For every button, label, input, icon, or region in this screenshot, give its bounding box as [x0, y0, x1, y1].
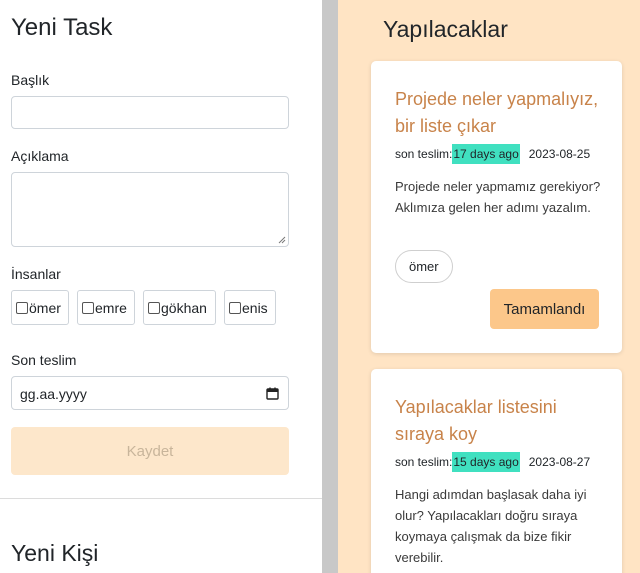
person-checkbox[interactable]: [82, 301, 94, 314]
panel-splitter: [322, 0, 338, 573]
task-title: Projede neler yapmalıyız, bir liste çıka…: [395, 86, 625, 140]
due-date-input[interactable]: gg.aa.yyyy: [11, 376, 289, 410]
todo-panel: Yapılacaklar Projede neler yapmalıyız, b…: [338, 0, 640, 573]
title-input[interactable]: [11, 96, 289, 129]
task-title-line: Projede neler yapmalıyız,: [395, 89, 599, 109]
task-title-line: Yapılacaklar listesini: [395, 397, 557, 417]
person-option-label: gökhan: [161, 299, 207, 316]
people-label: İnsanlar: [11, 266, 61, 282]
task-title-line: bir liste çıkar: [395, 116, 497, 136]
due-date: 2023-08-25: [528, 147, 591, 161]
save-button[interactable]: Kaydet: [11, 427, 289, 475]
person-option-omer[interactable]: ömer: [11, 290, 69, 325]
person-checkbox[interactable]: [229, 301, 241, 314]
due-prefix: son teslim:: [395, 147, 453, 161]
due-date: 2023-08-27: [528, 455, 591, 469]
person-checkbox[interactable]: [148, 301, 160, 314]
calendar-icon[interactable]: [266, 387, 279, 400]
task-description: Hangi adımdan başlasak daha iyi olur? Ya…: [395, 487, 587, 565]
people-checkbox-group: ömer emre gökhan enis: [11, 290, 276, 325]
due-date-label: Son teslim: [11, 352, 77, 368]
complete-button[interactable]: Tamamlandı: [490, 289, 599, 329]
relative-due-badge: 15 days ago: [452, 452, 520, 472]
new-person-title: Yeni Kişi: [11, 540, 99, 566]
task-description: Projede neler yapmamız gerekiyor? Aklımı…: [395, 179, 601, 215]
person-option-label: enis: [242, 299, 268, 316]
task-due-meta: son teslim: 17 days ago 2023-08-25: [395, 144, 590, 164]
assignee-chip[interactable]: ömer: [395, 250, 453, 283]
task-card: Yapılacaklar listesini sıraya koy son te…: [371, 369, 622, 573]
todo-title: Yapılacaklar: [383, 16, 508, 42]
task-due-meta: son teslim: 15 days ago 2023-08-27: [395, 452, 590, 472]
relative-due-badge: 17 days ago: [452, 144, 520, 164]
title-label: Başlık: [11, 72, 50, 88]
new-task-title: Yeni Task: [11, 14, 113, 41]
person-option-emre[interactable]: emre: [77, 290, 135, 325]
person-option-label: emre: [95, 299, 127, 316]
section-divider: [0, 498, 322, 499]
due-date-placeholder: gg.aa.yyyy: [20, 386, 87, 402]
task-title-line: sıraya koy: [395, 424, 478, 444]
new-task-panel: Yeni Task Başlık Açıklama İnsanlar ömer …: [0, 0, 322, 573]
description-label: Açıklama: [11, 148, 69, 164]
task-card: Projede neler yapmalıyız, bir liste çıka…: [371, 61, 622, 353]
task-title: Yapılacaklar listesini sıraya koy: [395, 394, 625, 448]
person-option-label: ömer: [29, 299, 61, 316]
resize-handle-icon[interactable]: [278, 236, 286, 244]
due-prefix: son teslim:: [395, 455, 453, 469]
person-option-enis[interactable]: enis: [224, 290, 276, 325]
person-option-gokhan[interactable]: gökhan: [143, 290, 216, 325]
description-textarea[interactable]: [11, 172, 289, 247]
person-checkbox[interactable]: [16, 301, 28, 314]
